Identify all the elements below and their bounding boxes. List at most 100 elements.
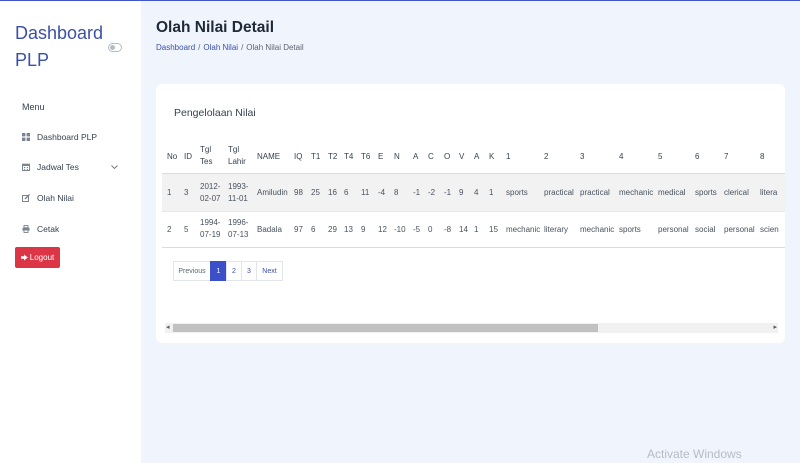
- column-header: T1: [311, 152, 321, 161]
- column-header: 2: [544, 152, 549, 161]
- calendar-icon: [22, 163, 30, 171]
- logout-label: Logout: [29, 253, 55, 262]
- sidebar-item-label: Cetak: [37, 224, 60, 234]
- sidebar-item-label: Dashboard PLP: [37, 132, 98, 142]
- breadcrumb-separator: /: [241, 43, 244, 52]
- column-header: T6: [361, 152, 371, 161]
- logout-button[interactable]: Logout: [15, 247, 60, 268]
- table-cell: -4: [378, 188, 386, 197]
- breadcrumb-dashboard[interactable]: Dashboard: [156, 43, 195, 52]
- column-header: 8: [760, 152, 765, 161]
- breadcrumb: Dashboard / Olah Nilai / Olah Nilai Detail: [156, 43, 304, 52]
- table-cell: -2: [428, 188, 436, 197]
- grades-card: Pengelolaan Nilai No ID Tgl Tes Tgl Lahir NA…: [156, 84, 785, 343]
- column-header: ID: [184, 152, 192, 161]
- table-cell: mechanic: [580, 225, 615, 234]
- column-header: Tgl Tes: [200, 145, 213, 166]
- table-cell: 25: [311, 188, 320, 197]
- horizontal-scrollbar[interactable]: ◂ ▸: [165, 323, 778, 333]
- table-cell: sports: [695, 188, 717, 197]
- sidebar: Dashboard PLP Menu Dashboard PLP Jadwal …: [0, 1, 141, 463]
- sidebar-item-label: Olah Nilai: [37, 193, 74, 203]
- table-cell: 16: [328, 188, 337, 197]
- table-cell: -8: [444, 225, 452, 234]
- column-header: 5: [658, 152, 663, 161]
- table-cell: scien: [760, 225, 779, 234]
- table-cell: medical: [658, 188, 686, 197]
- edit-icon: [22, 194, 30, 202]
- table-cell: 1: [474, 225, 479, 234]
- table-cell: 12: [378, 225, 387, 234]
- table-cell: personal: [658, 225, 689, 234]
- chevron-down-icon[interactable]: [111, 164, 118, 170]
- table-cell: 9: [361, 225, 366, 234]
- column-header: IQ: [294, 152, 303, 161]
- table-cell: personal: [724, 225, 755, 234]
- column-header: V: [459, 152, 465, 161]
- scroll-left-arrow-icon[interactable]: ◂: [166, 324, 170, 332]
- sidebar-item-label: Jadwal Tes: [37, 162, 79, 172]
- sidebar-item-cetak[interactable]: Cetak: [22, 222, 59, 236]
- table-cell: 1996- 07-13: [228, 218, 249, 239]
- table-cell: 14: [459, 225, 468, 234]
- theme-toggle[interactable]: [108, 43, 122, 52]
- column-header: O: [444, 152, 451, 161]
- page-button-3[interactable]: 3: [241, 261, 257, 281]
- table-cell: -1: [413, 188, 421, 197]
- grades-table: No ID Tgl Tes Tgl Lahir NAME IQ T1 T2 T4 T6 E N A C O V…: [156, 84, 785, 343]
- printer-icon: [22, 225, 30, 233]
- table-cell: 2012- 02-07: [200, 182, 221, 203]
- column-header: A: [474, 152, 480, 161]
- table-cell: 6: [344, 188, 349, 197]
- table-cell: 11: [361, 188, 370, 197]
- sidebar-item-olah-nilai[interactable]: Olah Nilai: [22, 191, 74, 205]
- breadcrumb-separator: /: [198, 43, 201, 52]
- table-cell: 9: [459, 188, 464, 197]
- column-header: NAME: [257, 152, 281, 161]
- next-page-button[interactable]: Next: [256, 261, 283, 281]
- table-cell: literary: [544, 225, 569, 234]
- column-header: T2: [328, 152, 338, 161]
- menu-heading: Menu: [22, 102, 45, 112]
- table-cell: litera: [760, 188, 778, 197]
- breadcrumb-current: Olah Nilai Detail: [246, 43, 304, 52]
- brand-title[interactable]: Dashboard PLP: [15, 20, 105, 74]
- sidebar-item-dashboard[interactable]: Dashboard PLP: [22, 130, 97, 144]
- table-cell: mechanic: [506, 225, 541, 234]
- column-header: 1: [506, 152, 511, 161]
- column-header: E: [378, 152, 384, 161]
- table-cell: social: [695, 225, 716, 234]
- scroll-right-arrow-icon[interactable]: ▸: [773, 324, 777, 332]
- page-button-1[interactable]: 1: [210, 261, 227, 281]
- table-cell: 1: [489, 188, 494, 197]
- table-cell: 1993- 11-01: [228, 182, 249, 203]
- sign-out-icon: [20, 254, 28, 261]
- sidebar-item-jadwal-tes[interactable]: Jadwal Tes: [22, 160, 79, 174]
- table-cell: 2: [167, 225, 172, 234]
- breadcrumb-olah-nilai[interactable]: Olah Nilai: [203, 43, 238, 52]
- table-cell: 1994- 07-19: [200, 218, 221, 239]
- table-cell: 98: [294, 188, 303, 197]
- table-cell: Badala: [257, 225, 282, 234]
- page-title: Olah Nilai Detail: [156, 19, 275, 36]
- column-header: 3: [580, 152, 585, 161]
- table-cell: practical: [580, 188, 610, 197]
- table-cell: 97: [294, 225, 303, 234]
- table-cell: 0: [428, 225, 433, 234]
- column-header: C: [428, 152, 434, 161]
- table-cell: -5: [413, 225, 421, 234]
- windows-activation-watermark: Activate Windows: [647, 447, 742, 461]
- table-cell: sports: [619, 225, 641, 234]
- table-cell: 1: [167, 188, 172, 197]
- page-button-2[interactable]: 2: [226, 261, 242, 281]
- grid-icon: [22, 133, 30, 141]
- previous-page-button[interactable]: Previous: [173, 261, 211, 281]
- scrollbar-thumb[interactable]: [173, 324, 598, 332]
- column-header: T4: [344, 152, 354, 161]
- table-cell: 6: [311, 225, 316, 234]
- toggle-knob: [110, 45, 115, 50]
- column-header: Tgl Lahir: [228, 145, 246, 166]
- table-cell: mechanic: [619, 188, 654, 197]
- column-header: No: [167, 152, 178, 161]
- table-cell: sports: [506, 188, 528, 197]
